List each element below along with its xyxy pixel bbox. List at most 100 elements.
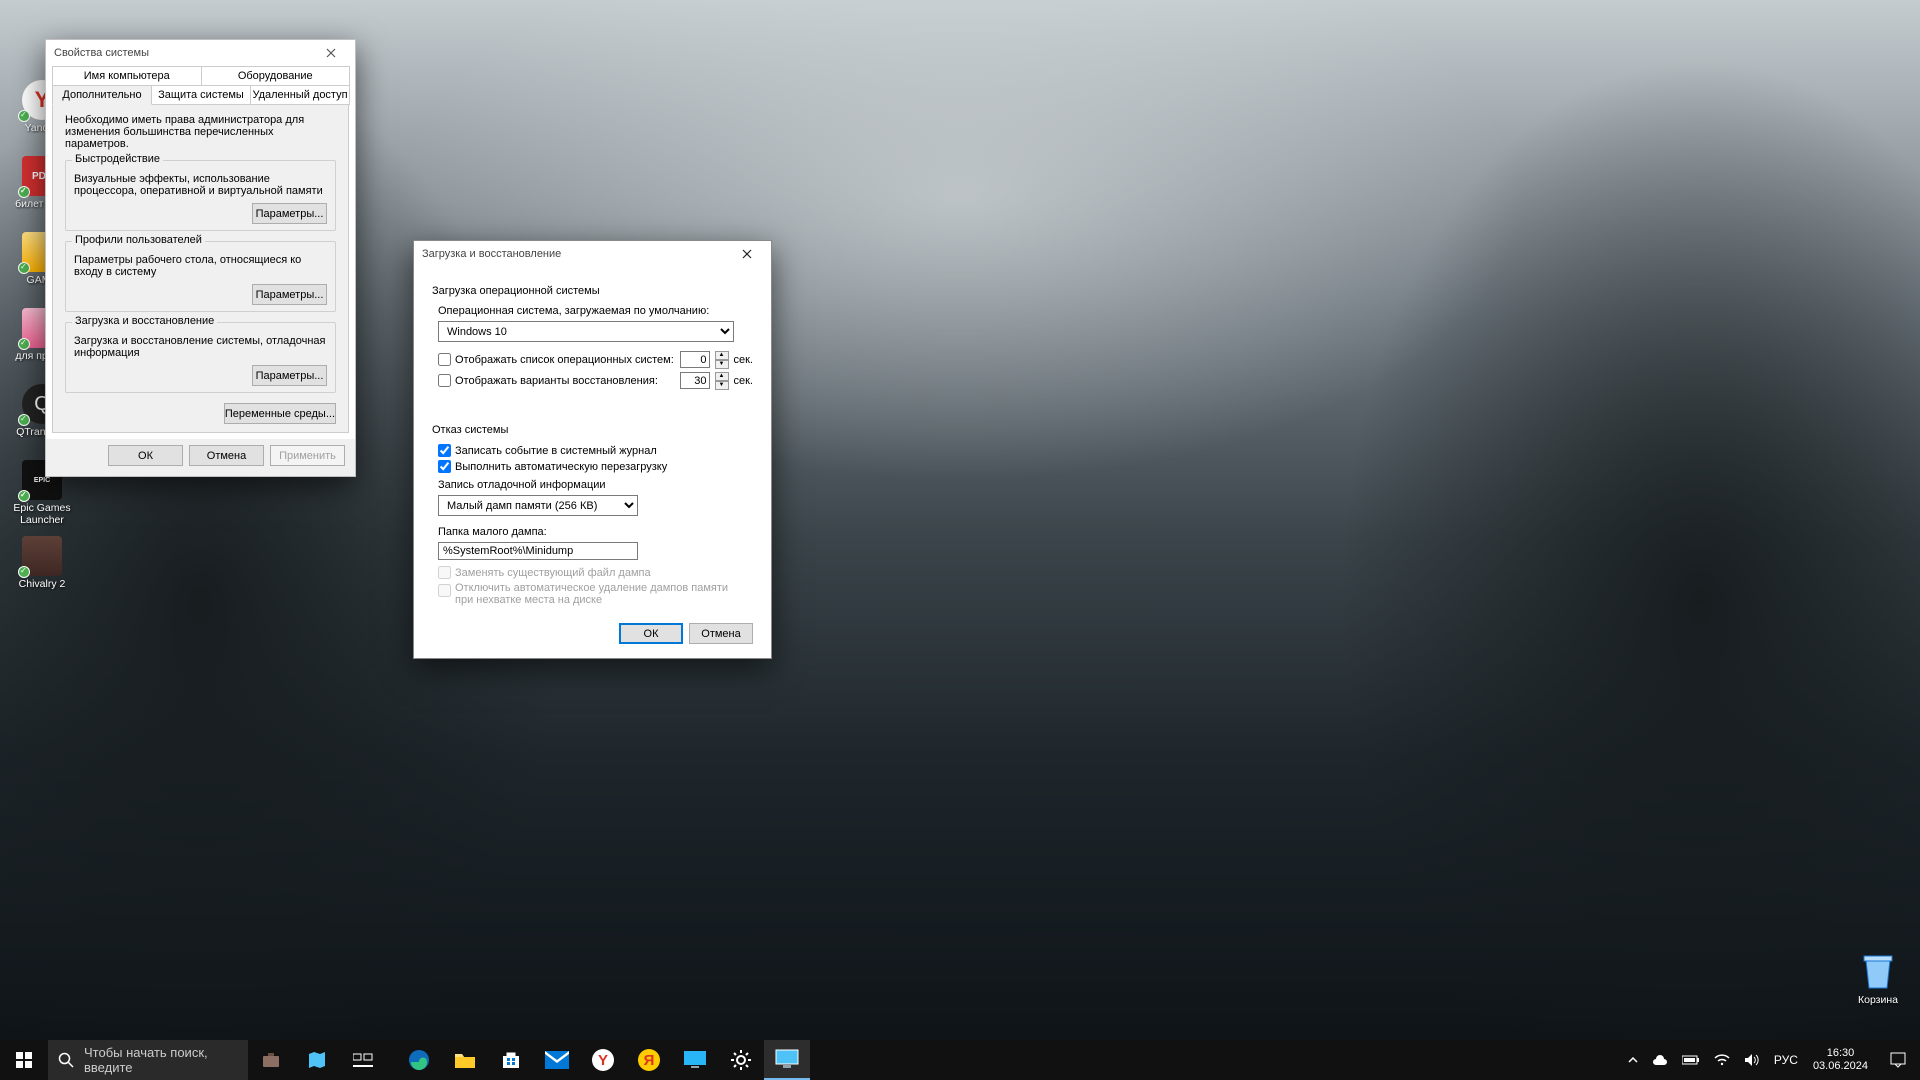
write-log-checkbox[interactable] xyxy=(438,444,451,457)
taskbar-edge[interactable] xyxy=(396,1040,442,1080)
screen-icon xyxy=(684,1051,706,1069)
desktop-icon-chivalry[interactable]: Chivalry 2 xyxy=(4,536,80,612)
titlebar[interactable]: Загрузка и восстановление xyxy=(414,241,771,267)
spin-up-button[interactable]: ▲ xyxy=(715,372,729,381)
system-tray: РУС 16:30 03.06.2024 xyxy=(1621,1040,1920,1080)
dump-dir-input[interactable] xyxy=(438,542,638,560)
dialog-buttons: ОК Отмена Применить xyxy=(46,439,355,476)
tab-remote[interactable]: Удаленный доступ xyxy=(250,85,350,105)
taskbar-system-properties[interactable] xyxy=(764,1040,810,1080)
close-button[interactable] xyxy=(727,242,767,266)
environment-variables-button[interactable]: Переменные среды... xyxy=(224,403,336,424)
titlebar[interactable]: Свойства системы xyxy=(46,40,355,66)
task-view-button[interactable] xyxy=(340,1040,386,1080)
chevron-up-icon xyxy=(1628,1055,1638,1065)
taskbar-file-explorer[interactable] xyxy=(442,1040,488,1080)
disable-auto-delete-checkbox-row: Отключить автоматическое удаление дампов… xyxy=(438,582,753,606)
tray-notifications[interactable] xyxy=(1876,1040,1920,1080)
auto-restart-checkbox-row[interactable]: Выполнить автоматическую перезагрузку xyxy=(438,460,753,473)
group-legend: Профили пользователей xyxy=(72,234,205,246)
close-button[interactable] xyxy=(311,41,351,65)
section-startup: Загрузка операционной системы xyxy=(432,285,753,297)
group-legend: Быстродействие xyxy=(72,153,163,165)
overwrite-dump-checkbox xyxy=(438,566,451,579)
desktop-icon-label: Корзина xyxy=(1858,994,1898,1006)
window-system-properties: Свойства системы Имя компьютера Оборудов… xyxy=(45,39,356,477)
startup-settings-button[interactable]: Параметры... xyxy=(252,365,327,386)
group-desc: Загрузка и восстановление системы, отлад… xyxy=(74,335,327,359)
spinner-buttons[interactable]: ▲▼ xyxy=(715,351,729,369)
spin-down-button[interactable]: ▼ xyxy=(715,360,729,369)
window-startup-recovery: Загрузка и восстановление Загрузка опера… xyxy=(413,240,772,659)
group-desc: Параметры рабочего стола, относящиеся ко… xyxy=(74,254,327,278)
show-os-list-checkbox[interactable] xyxy=(438,353,451,366)
taskbar-search[interactable]: Чтобы начать поиск, введите xyxy=(48,1040,248,1080)
taskbar-store[interactable] xyxy=(488,1040,534,1080)
dialog-buttons: ОК Отмена xyxy=(414,609,771,658)
ok-button[interactable]: ОК xyxy=(108,445,183,466)
dump-type-label: Запись отладочной информации xyxy=(438,479,753,491)
mail-icon xyxy=(545,1051,569,1069)
taskbar-maps-icon[interactable] xyxy=(294,1040,340,1080)
auto-restart-checkbox[interactable] xyxy=(438,460,451,473)
cancel-button[interactable]: Отмена xyxy=(189,445,264,466)
tray-clock[interactable]: 16:30 03.06.2024 xyxy=(1805,1047,1876,1073)
window-title: Свойства системы xyxy=(54,47,311,59)
svg-text:Я: Я xyxy=(644,1052,655,1069)
taskbar: Чтобы начать поиск, введите Y Я РУС 16:3… xyxy=(0,1040,1920,1080)
svg-text:Y: Y xyxy=(598,1052,608,1069)
start-button[interactable] xyxy=(0,1040,48,1080)
tray-volume[interactable] xyxy=(1737,1040,1767,1080)
window-title: Загрузка и восстановление xyxy=(422,248,727,260)
cloud-icon xyxy=(1652,1054,1668,1066)
taskbar-yandex-browser[interactable]: Y xyxy=(580,1040,626,1080)
tab-computer-name[interactable]: Имя компьютера xyxy=(52,66,202,86)
folder-icon xyxy=(453,1050,477,1070)
tab-system-protection[interactable]: Защита системы xyxy=(151,85,251,105)
recycle-bin-icon xyxy=(1860,952,1896,992)
tray-onedrive[interactable] xyxy=(1645,1040,1675,1080)
show-os-list-checkbox-row[interactable]: Отображать список операционных систем: xyxy=(438,353,674,366)
default-os-select[interactable]: Windows 10 xyxy=(438,321,734,342)
write-log-checkbox-row[interactable]: Записать событие в системный журнал xyxy=(438,444,753,457)
default-os-label: Операционная система, загружаемая по умо… xyxy=(438,305,753,317)
tab-body-advanced: Необходимо иметь права администратора дл… xyxy=(52,103,349,433)
recovery-time-input[interactable] xyxy=(680,372,710,389)
profiles-settings-button[interactable]: Параметры... xyxy=(252,284,327,305)
search-icon xyxy=(58,1052,74,1068)
apply-button[interactable]: Применить xyxy=(270,445,345,466)
tab-advanced[interactable]: Дополнительно xyxy=(52,85,152,105)
desktop-icon-recycle-bin[interactable]: Корзина xyxy=(1840,952,1916,1028)
os-list-time-input[interactable] xyxy=(680,351,710,368)
group-desc: Визуальные эффекты, использование процес… xyxy=(74,173,327,197)
taskbar-screen-app[interactable] xyxy=(672,1040,718,1080)
desktop-icon-label: Chivalry 2 xyxy=(19,578,66,590)
tray-network[interactable] xyxy=(1707,1040,1737,1080)
taskbar-settings[interactable] xyxy=(718,1040,764,1080)
dump-type-select[interactable]: Малый дамп памяти (256 КВ) xyxy=(438,495,638,516)
tray-overflow-button[interactable] xyxy=(1621,1040,1645,1080)
tab-hardware[interactable]: Оборудование xyxy=(201,66,351,86)
dialog-body: Загрузка операционной системы Операционн… xyxy=(414,267,771,606)
performance-settings-button[interactable]: Параметры... xyxy=(252,203,327,224)
tray-power[interactable] xyxy=(1675,1040,1707,1080)
taskbar-suitcase-icon[interactable] xyxy=(248,1040,294,1080)
show-recovery-checkbox[interactable] xyxy=(438,374,451,387)
close-icon xyxy=(742,249,752,259)
taskbar-mail[interactable] xyxy=(534,1040,580,1080)
close-icon xyxy=(326,48,336,58)
ok-button[interactable]: ОК xyxy=(619,623,683,644)
notification-icon xyxy=(1889,1051,1907,1069)
spin-down-button[interactable]: ▼ xyxy=(715,381,729,390)
tray-language[interactable]: РУС xyxy=(1767,1040,1805,1080)
taskbar-yandex-search[interactable]: Я xyxy=(626,1040,672,1080)
cancel-button[interactable]: Отмена xyxy=(689,623,753,644)
show-recovery-checkbox-row[interactable]: Отображать варианты восстановления: xyxy=(438,374,658,387)
battery-icon xyxy=(1682,1055,1700,1065)
suitcase-icon xyxy=(260,1049,282,1071)
group-startup-recovery: Загрузка и восстановление Загрузка и вос… xyxy=(65,322,336,393)
edge-icon xyxy=(407,1048,431,1072)
spin-up-button[interactable]: ▲ xyxy=(715,351,729,360)
checkbox-label: Отображать варианты восстановления: xyxy=(455,375,658,387)
spinner-buttons[interactable]: ▲▼ xyxy=(715,372,729,390)
